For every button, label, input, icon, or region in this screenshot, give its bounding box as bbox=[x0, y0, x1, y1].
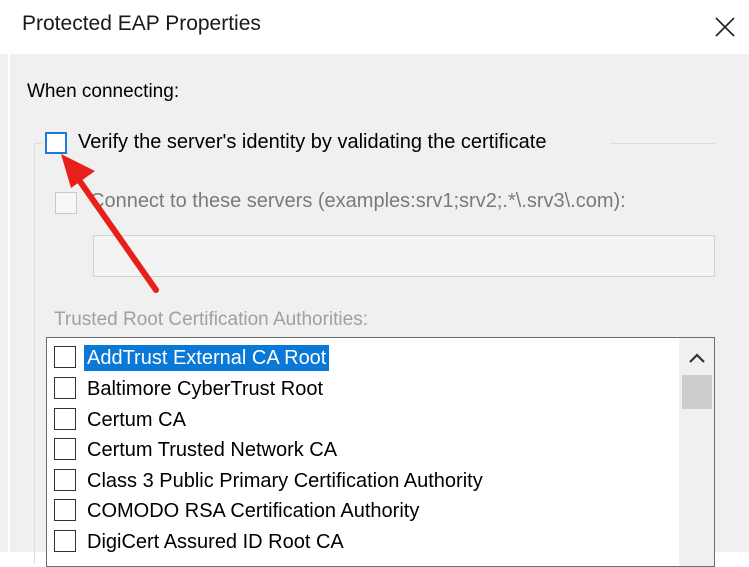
authority-label: Baltimore CyberTrust Root bbox=[87, 378, 323, 400]
trusted-authorities-list[interactable]: AddTrust External CA Root Baltimore Cybe… bbox=[46, 337, 715, 567]
authority-label: Certum CA bbox=[87, 409, 186, 431]
authority-label: Certum Trusted Network CA bbox=[87, 439, 338, 461]
list-item[interactable]: Baltimore CyberTrust Root bbox=[47, 373, 677, 404]
list-item[interactable]: Class 3 Public Primary Certification Aut… bbox=[47, 465, 677, 496]
scrollbar-thumb[interactable] bbox=[682, 375, 712, 409]
authority-checkbox[interactable] bbox=[54, 377, 76, 399]
authority-checkbox[interactable] bbox=[54, 438, 76, 460]
authority-checkbox[interactable] bbox=[54, 499, 76, 521]
close-button[interactable] bbox=[705, 8, 745, 46]
panel-edge bbox=[8, 54, 10, 552]
authority-checkbox[interactable] bbox=[54, 408, 76, 430]
connect-servers-label: Connect to these servers (examples:srv1;… bbox=[90, 190, 626, 212]
window-title: Protected EAP Properties bbox=[22, 12, 261, 35]
connect-servers-checkbox[interactable] bbox=[55, 192, 77, 214]
list-scrollbar[interactable] bbox=[679, 338, 714, 566]
list-item[interactable]: DigiCert Assured ID Root CA bbox=[47, 526, 677, 557]
authority-checkbox[interactable] bbox=[54, 469, 76, 491]
when-connecting-label: When connecting: bbox=[27, 81, 180, 102]
list-item[interactable]: Certum Trusted Network CA bbox=[47, 434, 677, 465]
authority-checkbox[interactable] bbox=[54, 530, 76, 552]
authority-label: Class 3 Public Primary Certification Aut… bbox=[87, 470, 483, 492]
authority-label: AddTrust External CA Root bbox=[84, 345, 330, 371]
title-bar: Protected EAP Properties bbox=[0, 0, 749, 54]
authority-label: COMODO RSA Certification Authority bbox=[87, 500, 420, 522]
verify-certificate-label[interactable]: Verify the server's identity by validati… bbox=[78, 131, 547, 154]
close-icon bbox=[715, 17, 735, 37]
list-item[interactable]: COMODO RSA Certification Authority bbox=[47, 495, 677, 526]
scroll-up-icon[interactable] bbox=[685, 348, 709, 368]
authority-label: DigiCert Assured ID Root CA bbox=[87, 531, 344, 553]
list-item[interactable]: Certum CA bbox=[47, 404, 677, 435]
verify-certificate-checkbox[interactable] bbox=[45, 132, 67, 154]
list-item[interactable]: AddTrust External CA Root bbox=[47, 342, 677, 373]
servers-input[interactable] bbox=[93, 235, 715, 277]
trusted-authorities-label: Trusted Root Certification Authorities: bbox=[54, 309, 368, 330]
authority-checkbox[interactable] bbox=[54, 346, 76, 368]
